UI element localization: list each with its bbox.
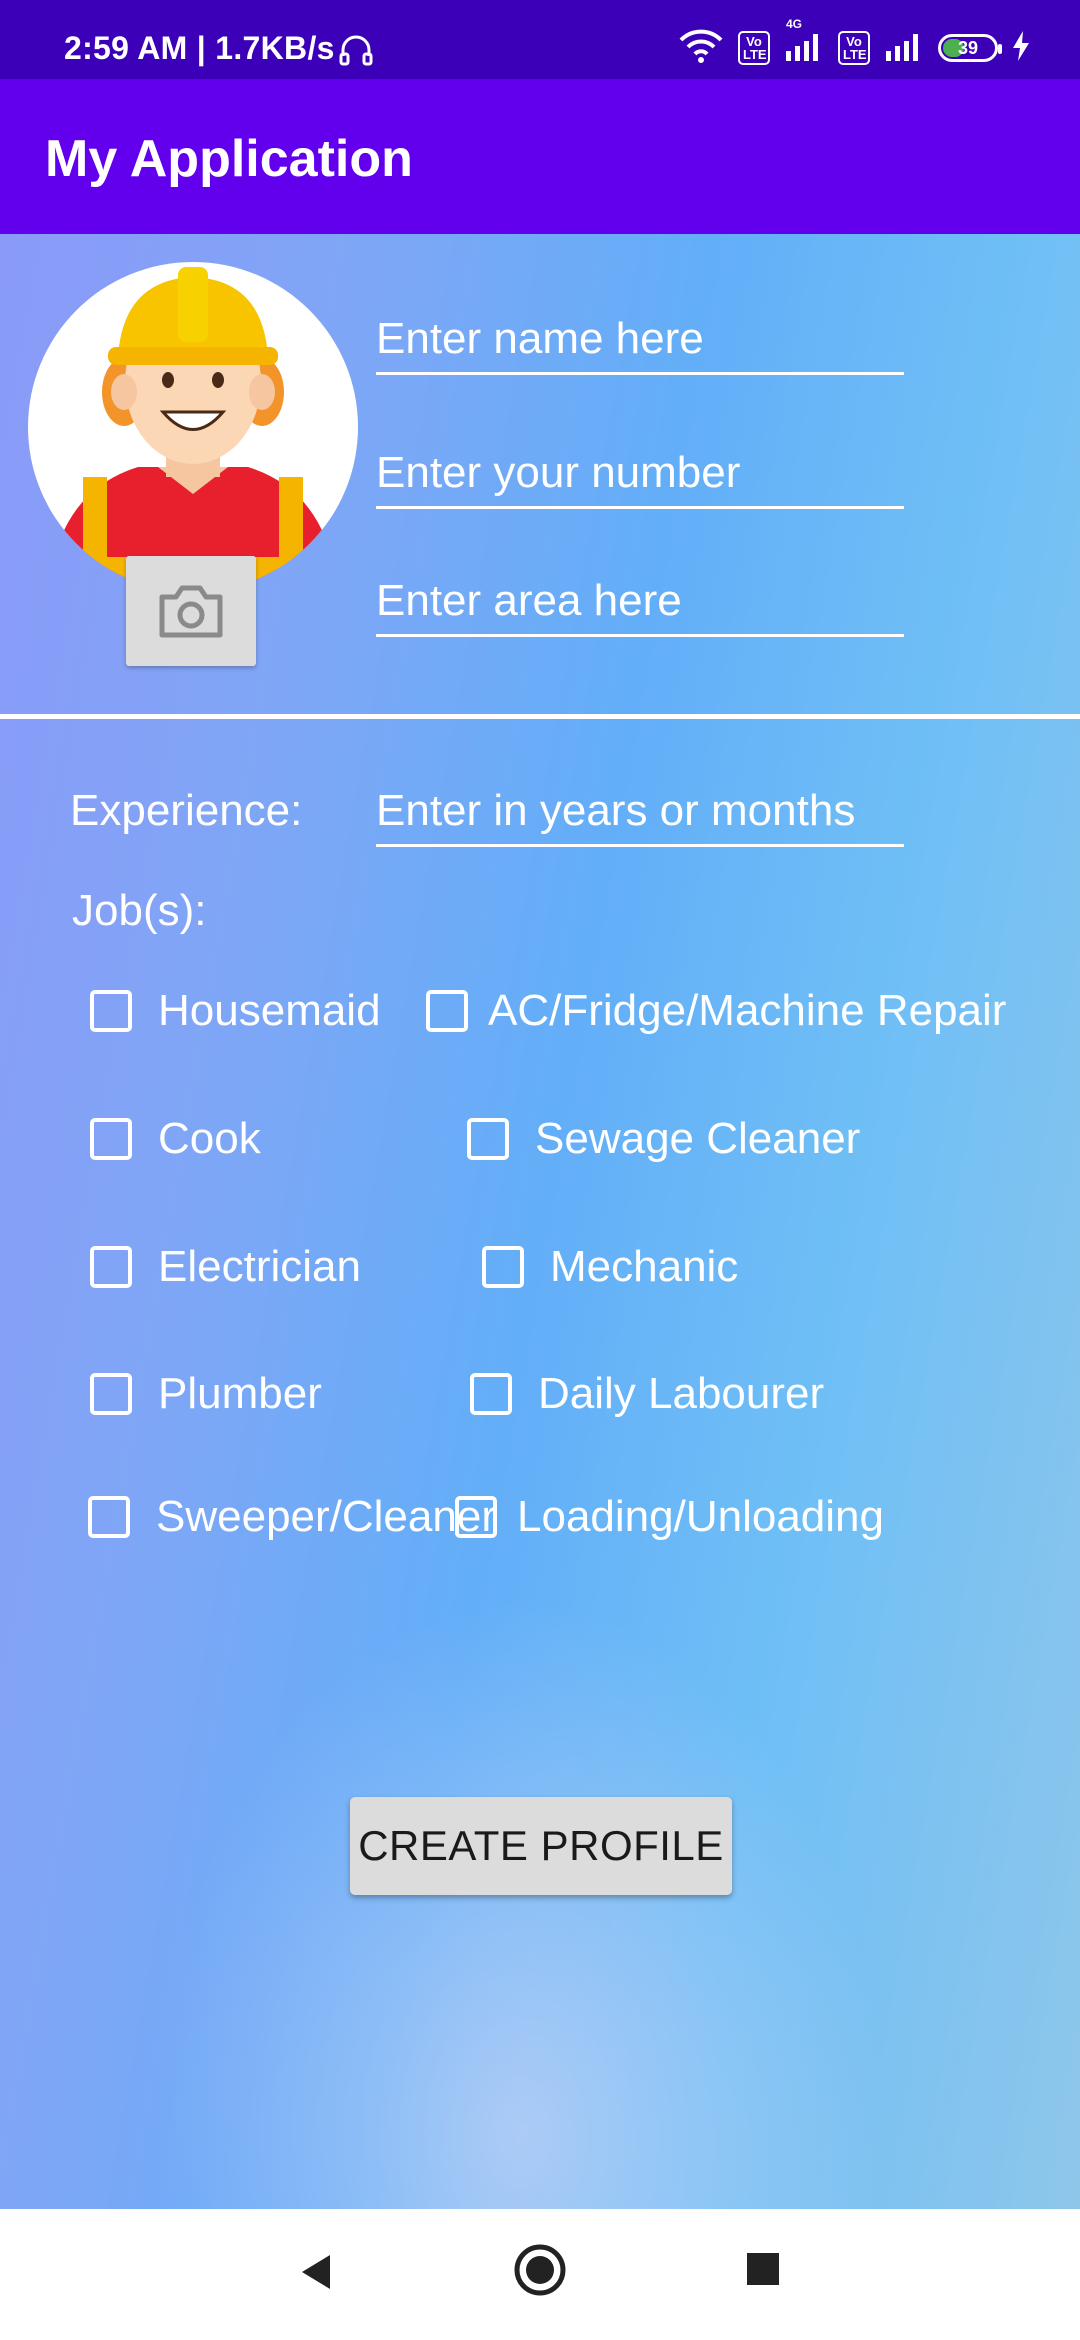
- checkbox-box[interactable]: [88, 1496, 130, 1538]
- job-checkbox-cook[interactable]: Cook: [90, 1114, 261, 1164]
- signal-icon-2: [884, 31, 924, 66]
- job-label: Plumber: [158, 1369, 322, 1418]
- worker-avatar-illustration: [48, 267, 338, 592]
- home-icon[interactable]: [513, 2243, 567, 2302]
- checkbox-box[interactable]: [455, 1496, 497, 1538]
- job-checkbox-mechanic[interactable]: Mechanic: [482, 1242, 738, 1292]
- job-checkbox-housemaid[interactable]: Housemaid: [90, 986, 381, 1036]
- checkbox-box[interactable]: [90, 1246, 132, 1288]
- job-checkbox-daily-labourer[interactable]: Daily Labourer: [470, 1369, 824, 1419]
- job-label: Housemaid: [158, 986, 381, 1035]
- job-checkbox-plumber[interactable]: Plumber: [90, 1369, 322, 1419]
- job-checkbox-ac-fridge-machine-repair[interactable]: AC/Fridge/Machine Repair: [426, 986, 1006, 1036]
- status-time: 2:59 AM | 1.7KB/s: [64, 30, 335, 66]
- job-label: Loading/Unloading: [517, 1492, 884, 1541]
- checkbox-box[interactable]: [470, 1373, 512, 1415]
- job-label: Sewage Cleaner: [535, 1114, 861, 1163]
- checkbox-box[interactable]: [90, 990, 132, 1032]
- checkbox-box[interactable]: [426, 990, 468, 1032]
- headset-icon: [338, 32, 374, 73]
- area-field[interactable]: Enter area here: [376, 576, 904, 637]
- checkbox-box[interactable]: [482, 1246, 524, 1288]
- checkbox-box[interactable]: [90, 1373, 132, 1415]
- job-label: Sweeper/Cleaner: [156, 1492, 496, 1541]
- checkbox-box[interactable]: [467, 1118, 509, 1160]
- checkbox-box[interactable]: [90, 1118, 132, 1160]
- job-label: Mechanic: [550, 1242, 739, 1291]
- battery-icon: 39: [938, 34, 1002, 62]
- charging-icon: [1012, 30, 1030, 66]
- signal-icon: 4G: [784, 17, 824, 66]
- content-area: Enter name here Enter your number Enter …: [0, 234, 1080, 2209]
- status-bar: 2:59 AM | 1.7KB/s Vo LTE 4G Vo LTE 39: [0, 0, 1080, 79]
- job-checkbox-electrician[interactable]: Electrician: [90, 1242, 361, 1292]
- volte-badge: Vo LTE: [738, 31, 770, 65]
- back-icon[interactable]: [296, 2247, 336, 2302]
- experience-label: Experience:: [70, 786, 303, 835]
- name-field[interactable]: Enter name here: [376, 314, 904, 375]
- job-label: Electrician: [158, 1242, 361, 1291]
- recents-icon[interactable]: [745, 2251, 781, 2292]
- app-bar: My Application: [0, 79, 1080, 234]
- create-profile-button[interactable]: CREATE PROFILE: [350, 1797, 732, 1895]
- jobs-label: Job(s):: [72, 886, 207, 935]
- navigation-bar: [0, 2209, 1080, 2340]
- job-label: Cook: [158, 1114, 261, 1163]
- app-title: My Application: [45, 130, 413, 188]
- job-label: Daily Labourer: [538, 1369, 825, 1418]
- battery-level: 39: [957, 37, 979, 58]
- volte-badge-2: Vo LTE: [838, 31, 870, 65]
- camera-button[interactable]: [126, 556, 256, 666]
- wifi-icon: [678, 29, 724, 68]
- job-checkbox-sewage-cleaner[interactable]: Sewage Cleaner: [467, 1114, 860, 1164]
- camera-icon: [159, 585, 223, 638]
- avatar[interactable]: [28, 262, 358, 592]
- experience-field[interactable]: Enter in years or months: [376, 786, 904, 847]
- network-type: 4G: [786, 16, 803, 31]
- job-label: AC/Fridge/Machine Repair: [488, 986, 1007, 1035]
- phone-number-field[interactable]: Enter your number: [376, 448, 904, 509]
- divider: [0, 714, 1080, 719]
- job-checkbox-sweeper-cleaner[interactable]: Sweeper/Cleaner: [88, 1492, 496, 1542]
- job-checkbox-loading-unloading[interactable]: Loading/Unloading: [455, 1492, 884, 1542]
